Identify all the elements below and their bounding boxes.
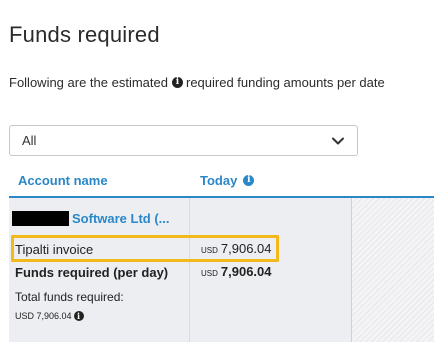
amount-value: 7,906.04 bbox=[220, 241, 272, 256]
amount-funds-required-per-day: USD 7,906.04 bbox=[201, 264, 272, 279]
column-header-account-name[interactable]: Account name bbox=[18, 173, 108, 188]
chevron-down-icon bbox=[332, 137, 344, 144]
account-filter-dropdown[interactable]: All bbox=[9, 125, 358, 156]
column-divider bbox=[351, 198, 352, 342]
redacted-account-prefix bbox=[12, 211, 69, 226]
subtitle-text-start: Following are the estimated bbox=[9, 75, 168, 90]
info-icon[interactable]: i bbox=[171, 77, 183, 88]
account-name-link[interactable]: Software Ltd (... bbox=[72, 211, 170, 226]
subtitle-text-end: required funding amounts per date bbox=[185, 75, 385, 90]
dropdown-selected-value: All bbox=[22, 133, 37, 148]
currency-code: USD bbox=[201, 246, 218, 255]
total-funds-amount: USD 7,906.04 bbox=[15, 311, 72, 321]
info-icon[interactable]: i bbox=[73, 311, 84, 321]
amount-value: 7,906.04 bbox=[220, 264, 272, 279]
page-subtitle: Following are the estimated i required f… bbox=[9, 75, 385, 90]
funds-required-page: Funds required Following are the estimat… bbox=[0, 0, 434, 342]
total-funds-value: USD 7,906.04 i bbox=[15, 311, 87, 321]
column-header-label: Today bbox=[200, 173, 238, 188]
unavailable-column bbox=[352, 198, 434, 342]
total-funds-label: Total funds required: bbox=[15, 290, 124, 304]
column-header-label: Account name bbox=[18, 173, 108, 188]
currency-code: USD bbox=[201, 269, 218, 278]
page-title: Funds required bbox=[9, 22, 160, 47]
column-header-today[interactable]: Today i bbox=[200, 173, 257, 188]
info-icon[interactable]: i bbox=[243, 175, 255, 186]
row-label-funds-required-per-day: Funds required (per day) bbox=[15, 265, 169, 280]
amount-tipalti-invoice: USD 7,906.04 bbox=[201, 241, 272, 256]
row-label-tipalti-invoice: Tipalti invoice bbox=[15, 242, 94, 257]
column-divider bbox=[189, 198, 190, 342]
